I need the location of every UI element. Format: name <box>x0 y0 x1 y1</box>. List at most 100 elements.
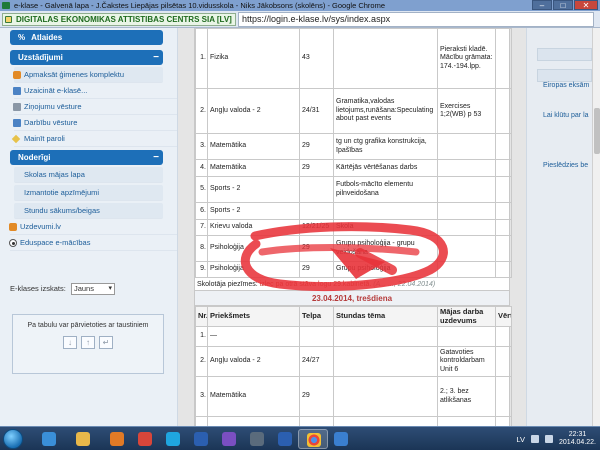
chrome-app-icon <box>2 2 10 9</box>
message-history-icon <box>13 103 21 111</box>
sidebar-item-label: Skolas mājas lapa <box>24 170 85 179</box>
cell-grade <box>495 133 512 160</box>
services-section-header[interactable]: Noderīgi − <box>10 150 163 165</box>
sidebar-item-label: Uzaicināt e-klasē... <box>24 86 88 95</box>
cell-subject: Matemātika <box>207 376 300 417</box>
site-identity-badge[interactable]: DIGITALAS EKONOMIKAS ATTISTIBAS CENTRS S… <box>2 13 236 26</box>
taskbar-explorer[interactable] <box>68 429 98 449</box>
cell-nr: 3. <box>195 133 208 160</box>
cell-homework <box>437 202 496 220</box>
cell-homework: Pieraksti kladē. Mācību grāmata: 174.-19… <box>437 28 496 89</box>
cell-nr: 5. <box>195 176 208 203</box>
cell-room <box>299 326 334 347</box>
vertical-scrollbar[interactable] <box>592 28 600 426</box>
sidebar-item-label: Uzdevumi.lv <box>20 222 61 231</box>
sidebar-item-invite[interactable]: Uzaicināt e-klasē... <box>13 83 177 99</box>
invite-icon <box>13 87 21 95</box>
taskbar-viber[interactable] <box>214 429 244 449</box>
cell-room: 29 <box>299 235 334 262</box>
right-link-exams[interactable]: Eiropas eksām <box>543 82 589 89</box>
col-nr: Nr. <box>195 306 208 327</box>
cell-grade <box>495 219 512 236</box>
table-row: 9. Psiholoģija 29 Grupu psiholoģija <box>195 261 512 278</box>
arrow-up-icon[interactable]: ↑ <box>81 336 95 349</box>
cell-grade <box>495 326 512 347</box>
viber-icon <box>222 432 236 446</box>
diary-table-next-day: Nr. Priekšmets Telpa Stundas tēma Mājas … <box>195 306 512 426</box>
cell-room: 24/27 <box>299 346 334 377</box>
cell-subject: Sports - 2 <box>207 202 300 220</box>
cell-room: 29 <box>299 376 334 417</box>
cell-grade <box>495 235 512 262</box>
sidebar-item-label: Izmantotie apzīmējumi <box>24 188 100 197</box>
cell-topic <box>333 326 438 347</box>
taskbar-app[interactable] <box>130 429 160 449</box>
scrollbar-thumb[interactable] <box>594 108 600 154</box>
arrow-down-icon[interactable]: ↓ <box>63 336 77 349</box>
settings-section-header[interactable]: Uzstādījumi − <box>10 50 163 65</box>
diary-panel: 1. Fizika 43 Pieraksti kladē. Mācību grāmat… <box>194 28 512 426</box>
taskbar-media[interactable] <box>102 429 132 449</box>
right-link-become[interactable]: Lai klūtu par la <box>543 112 589 119</box>
atlaides-section[interactable]: % Atlaides <box>10 30 163 45</box>
sidebar-item-pay-family[interactable]: Apmaksāt ģimenes komplektu <box>13 67 163 83</box>
cell-room: 24/31 <box>299 88 334 134</box>
taskbar-word-2[interactable] <box>270 429 300 449</box>
network-icon[interactable] <box>531 435 540 443</box>
cell-grade <box>495 28 512 89</box>
cell-room: 29 <box>299 261 334 278</box>
cell-grade <box>495 176 512 203</box>
taskbar-skype[interactable] <box>158 429 188 449</box>
cell-subject: Angļu valoda - 2 <box>207 346 300 377</box>
sidebar-item-message-history[interactable]: Ziņojumu vēsture <box>13 99 177 115</box>
sidebar-item-uzdevumi[interactable]: Uzdevumi.lv <box>9 219 177 235</box>
url-input[interactable]: https://login.e-klase.lv/sys/index.aspx <box>238 12 594 27</box>
cell-homework <box>437 133 496 160</box>
language-indicator[interactable]: LV <box>516 435 525 444</box>
sidebar-item-eduspace[interactable]: Eduspace e-mācības <box>9 235 177 251</box>
right-panel: Eiropas eksām Lai klūtu par la Pieslēdzi… <box>526 28 592 426</box>
clock-time: 22:31 <box>568 431 587 438</box>
sidebar-item-legend[interactable]: Izmantotie apzīmējumi <box>14 185 163 201</box>
collapse-icon[interactable]: − <box>153 50 159 65</box>
taskbar-word[interactable] <box>186 429 216 449</box>
table-row: 4.Matemātika29 <box>195 416 512 426</box>
cell-homework <box>437 159 496 177</box>
sidebar-item-change-password[interactable]: Mainīt paroli <box>11 131 177 147</box>
table-row: 2. Angļu valoda - 2 24/31 Gramatika,valodas… <box>195 88 512 134</box>
taskbar-files[interactable] <box>326 429 356 449</box>
cell-nr: 9. <box>195 261 208 278</box>
close-button[interactable]: ✕ <box>574 0 598 10</box>
sidebar-item-activity-history[interactable]: Darbību vēsture <box>13 115 177 131</box>
cell-topic: Grupu psiholoģija - grupu veidošana <box>333 235 438 262</box>
taskbar-chrome[interactable] <box>298 429 328 449</box>
right-link-join[interactable]: Pieslēdzies be <box>543 162 588 169</box>
sidebar-item-label: Stundu sākums/beigas <box>24 206 100 215</box>
eduspace-icon <box>9 239 17 247</box>
clock[interactable]: 22:31 2014.04.22. <box>559 431 596 447</box>
cell-topic: Futbols-mācīto elementu pilnveidošana <box>333 176 438 203</box>
minimize-button[interactable]: – <box>532 0 552 10</box>
appearance-select[interactable]: Jauns <box>70 283 115 295</box>
services-section-label: Noderīgi <box>18 153 51 162</box>
window-title-bar: e-klase - Galvenā lapa - J.Čakstes Liepā… <box>0 0 600 11</box>
sidebar-item-school-site[interactable]: Skolas mājas lapa <box>14 167 163 183</box>
table-row: 1. Fizika 43 Pieraksti kladē. Mācību grāmat… <box>195 28 512 89</box>
enter-icon[interactable]: ↵ <box>99 336 113 349</box>
right-panel-box <box>537 69 592 82</box>
taskbar-onenote[interactable] <box>242 429 272 449</box>
cell-subject: — <box>207 326 300 347</box>
site-identity-label: DIGITALAS EKONOMIKAS ATTISTIBAS CENTRS S… <box>16 15 232 24</box>
cell-homework: Exercises 1;2(WB) p 53 <box>437 88 496 134</box>
folder-icon <box>76 432 90 446</box>
sidebar-item-label: Eduspace e-mācības <box>20 238 91 247</box>
volume-icon[interactable] <box>545 435 554 443</box>
taskbar-ie[interactable] <box>34 429 64 449</box>
maximize-button[interactable]: □ <box>553 0 573 10</box>
cell-nr: 7. <box>195 219 208 236</box>
cell-subject: Psiholoģija <box>207 261 300 278</box>
collapse-icon[interactable]: − <box>153 150 159 165</box>
sidebar-item-lesson-times[interactable]: Stundu sākums/beigas <box>14 203 163 219</box>
start-button[interactable] <box>3 429 23 449</box>
cell-topic <box>333 376 438 417</box>
